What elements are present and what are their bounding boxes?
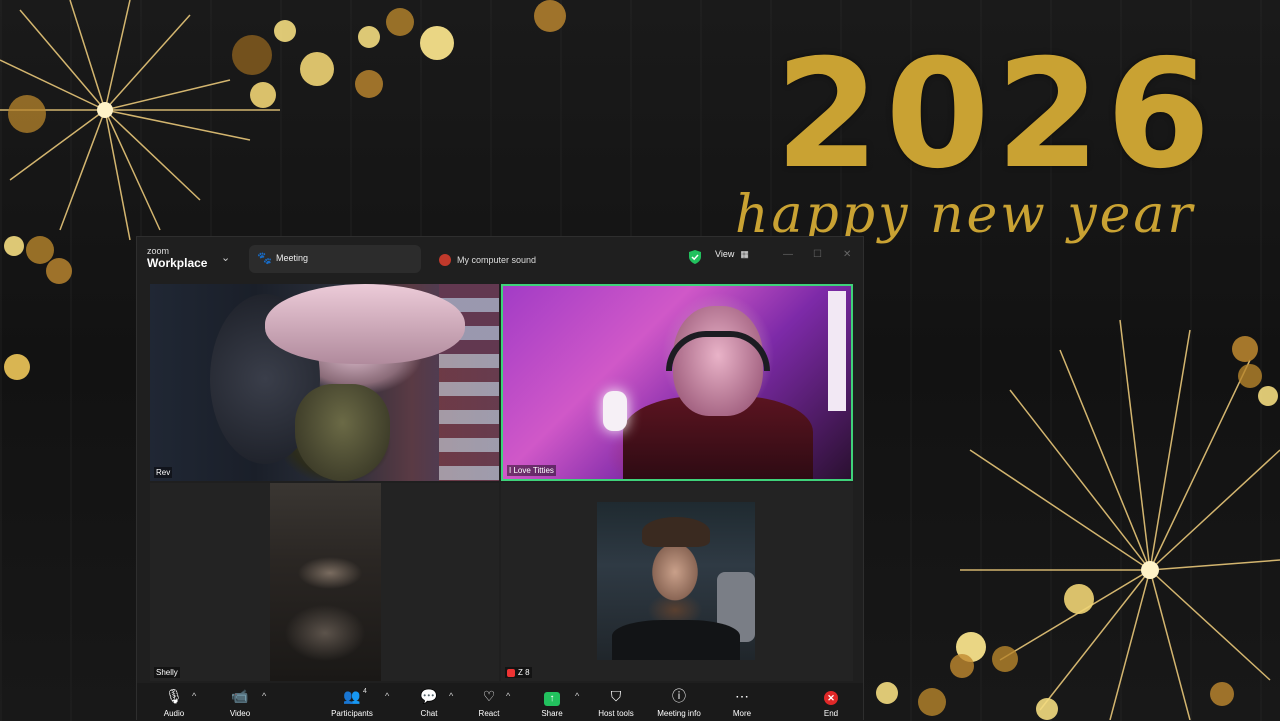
grid-icon: ▦ — [740, 249, 749, 259]
speaker-icon — [439, 253, 451, 266]
info-icon: ⓘ — [672, 688, 686, 704]
light-panel — [828, 291, 846, 411]
react-button[interactable]: ♡ React — [475, 687, 503, 718]
share-button[interactable]: ↑ Share — [538, 687, 566, 718]
participant-shirt — [612, 620, 740, 660]
mic-muted-icon — [507, 668, 515, 677]
heart-icon: ♡ — [482, 688, 496, 704]
participant-name: Rev — [154, 467, 173, 478]
tab-meeting-label: Meeting — [276, 253, 309, 263]
maximize-icon[interactable]: ☐ — [813, 249, 822, 260]
host-tools-button[interactable]: ⛉ Host tools — [593, 687, 639, 718]
participant-face — [295, 384, 390, 481]
firework-bottom-right — [960, 319, 1280, 720]
zoom-workplace-logo[interactable]: zoom Workplace — [147, 246, 208, 270]
microphone-icon: 🎙 — [165, 688, 183, 704]
video-tile-shelly[interactable]: Shelly — [150, 483, 499, 681]
more-button[interactable]: ⋯ More — [729, 687, 755, 718]
chat-button[interactable]: 💬 Chat — [417, 687, 441, 718]
participants-count: 4 — [363, 688, 367, 695]
paw-icon: 🐾 — [257, 251, 272, 265]
participant-name: Z 8 — [518, 668, 530, 677]
end-button[interactable]: ✕ End — [819, 687, 843, 718]
meeting-info-button[interactable]: ⓘ Meeting info — [651, 687, 707, 718]
chat-icon: 💬 — [420, 688, 438, 704]
share-label: Share — [541, 709, 563, 718]
view-button[interactable]: View ▦ — [715, 249, 749, 260]
video-tile-z8[interactable]: Z 8 — [501, 483, 853, 681]
chat-label: Chat — [420, 709, 438, 718]
meeting-info-label: Meeting info — [657, 709, 701, 718]
audio-label: Audio — [163, 709, 185, 718]
participants-options-caret-icon[interactable]: ^ — [385, 691, 389, 701]
video-tile-rev[interactable]: Rev — [150, 284, 499, 481]
cowboy-hat — [265, 284, 465, 364]
audio-button[interactable]: 🎙 Audio — [159, 687, 189, 718]
participant-video — [270, 483, 381, 681]
host-tools-label: Host tools — [598, 709, 634, 718]
chevron-down-icon[interactable]: ⌄ — [221, 251, 230, 264]
video-camera-icon: 📹 — [231, 688, 249, 704]
year-heading: 2026 — [775, 28, 1217, 202]
logo-workplace-text: Workplace — [147, 256, 208, 270]
participants-label: Participants — [331, 709, 373, 718]
video-tile-active-speaker[interactable]: I Love Titties — [501, 284, 853, 481]
close-icon[interactable]: ✕ — [843, 249, 851, 260]
participant-video — [597, 502, 755, 660]
participants-icon: 👥 — [343, 688, 361, 704]
logo-zoom-text: zoom — [147, 246, 170, 256]
video-options-caret-icon[interactable]: ^ — [262, 691, 266, 701]
audio-options-caret-icon[interactable]: ^ — [192, 691, 196, 701]
more-icon: ⋯ — [735, 688, 749, 704]
shared-audio-indicator[interactable]: My computer sound — [439, 251, 536, 269]
title-bar: zoom Workplace ⌄ 🐾 Meeting My computer s… — [137, 237, 863, 279]
host-shield-icon: ⛉ — [610, 688, 622, 704]
security-shield-icon[interactable] — [689, 250, 701, 264]
participant-name: I Love Titties — [507, 465, 556, 476]
more-label: More — [732, 709, 752, 718]
shared-audio-label: My computer sound — [457, 254, 537, 265]
participant-name-muted: Z 8 — [505, 667, 532, 678]
zoom-meeting-window: zoom Workplace ⌄ 🐾 Meeting My computer s… — [136, 236, 864, 721]
minimize-icon[interactable]: — — [783, 249, 793, 260]
react-label: React — [478, 709, 500, 718]
share-screen-icon: ↑ — [538, 687, 566, 706]
meeting-toolbar: 🎙 Audio ^ 📹 Video ^ 👥 Participants 4 ^ 💬… — [137, 683, 863, 721]
participant-hair — [642, 517, 710, 547]
end-label: End — [823, 709, 839, 718]
video-button[interactable]: 📹 Video — [225, 687, 255, 718]
firework-top-left — [0, 0, 280, 241]
video-label: Video — [229, 709, 251, 718]
microphone — [603, 391, 627, 431]
participant-name: Shelly — [154, 667, 180, 678]
share-options-caret-icon[interactable]: ^ — [575, 691, 579, 701]
participants-button[interactable]: 👥 Participants — [325, 687, 379, 718]
end-call-icon: ✕ — [819, 687, 843, 705]
tab-meeting[interactable]: 🐾 Meeting — [249, 245, 421, 273]
react-options-caret-icon[interactable]: ^ — [506, 691, 510, 701]
chat-options-caret-icon[interactable]: ^ — [449, 691, 453, 701]
view-label: View — [715, 249, 735, 259]
